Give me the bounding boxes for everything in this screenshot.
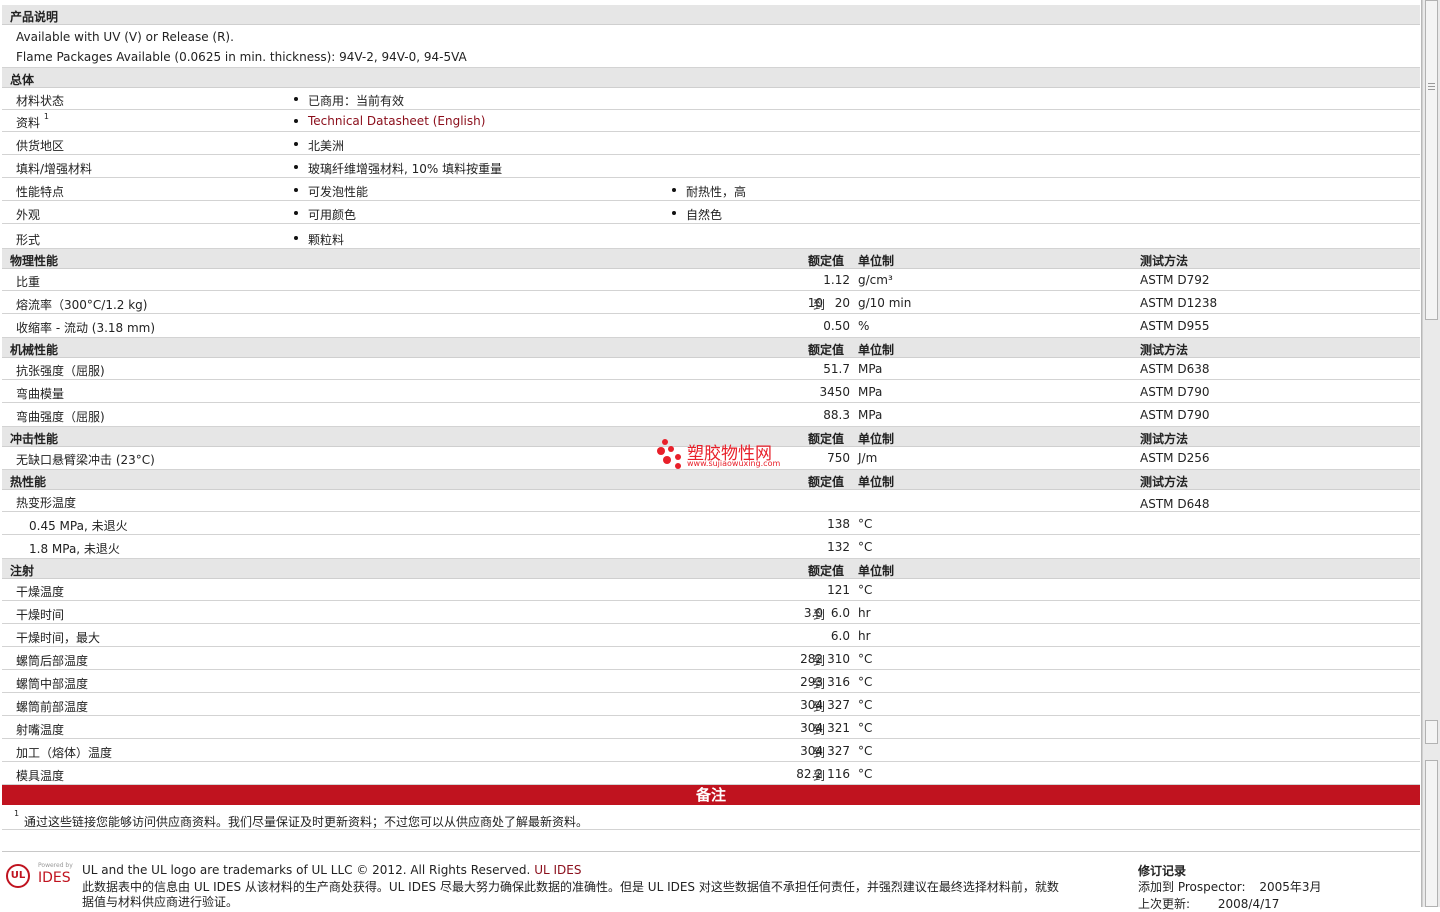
table-row: 射嘴温度 304 到 321 °C [2,717,1420,739]
table-row: 抗张强度（屈服) 51.7 MPa ASTM D638 [2,358,1420,380]
general-row-appearance: 外观 可用颜色 自然色 [2,202,1420,224]
table-row: 干燥时间 3.0 到 6.0 hr [2,602,1420,624]
table-row: 弯曲模量 3450 MPa ASTM D790 [2,381,1420,403]
table-row: 比重 1.12 g/cm³ ASTM D792 [2,269,1420,291]
section-header-mechanical: 机械性能 额定值 单位制 测试方法 [2,338,1420,358]
table-row: 热变形温度 ASTM D648 [2,490,1420,512]
notes-row: 1 通过这些链接您能够访问供应商资料。我们尽量保证及时更新资料；不过您可以从供应… [2,805,1420,830]
section-header-injection: 注射 额定值 单位制 [2,559,1420,579]
table-row: 收缩率 - 流动 (3.18 mm) 0.50 % ASTM D955 [2,315,1420,338]
scrollbar-segment[interactable] [1425,760,1438,907]
footer: Powered by UL IDES UL and the UL logo ar… [2,851,1420,911]
table-row: 螺筒前部温度 304 到 327 °C [2,694,1420,716]
table-row: 熔流率（300°C/1.2 kg) 10 到 20 g/10 min ASTM … [2,292,1420,314]
section-header-description: 产品说明 [2,5,1420,25]
general-row-form: 形式 颗粒料 [2,225,1420,249]
table-row: 1.8 MPa, 未退火 132 °C [2,536,1420,559]
bullet-icon [294,211,298,215]
watermark-dots-icon [657,439,681,469]
description-line: Available with UV (V) or Release (R). [2,27,1420,47]
notes-header: 备注 [2,785,1420,805]
table-row: 螺筒中部温度 293 到 316 °C [2,671,1420,693]
general-row-features: 性能特点 可发泡性能 耐热性，高 [2,179,1420,201]
watermark-logo: 塑胶物性网 www.sujiaowuxing.com [656,437,796,471]
datasheet: 产品说明 Available with UV (V) or Release (R… [0,0,1422,911]
bullet-icon [294,188,298,192]
bullet-icon [672,211,676,215]
section-header-general: 总体 [2,68,1420,88]
table-row: 弯曲强度（屈服) 88.3 MPa ASTM D790 [2,404,1420,427]
spacer-row [2,829,1420,852]
ul-logo-icon: UL [6,864,30,888]
general-row-availability: 供货地区 北美洲 [2,133,1420,155]
general-row-literature: 资料 1 Technical Datasheet (English) [2,110,1420,132]
ul-ides-link[interactable]: UL IDES [534,863,581,877]
revision-history-title: 修订记录 [1138,864,1187,878]
table-row: 干燥时间，最大 6.0 hr [2,625,1420,647]
section-header-physical: 物理性能 额定值 单位制 测试方法 [2,249,1420,269]
general-row-status: 材料状态 已商用：当前有效 [2,88,1420,110]
bullet-icon [294,119,298,123]
vertical-scrollbar[interactable] [1422,0,1440,907]
section-title: 产品说明 [10,10,59,24]
scrollbar-thumb[interactable] [1425,0,1438,320]
table-row: 模具温度 82.2 到 116 °C [2,763,1420,785]
general-row-filler: 填料/增强材料 玻璃纤维增强材料, 10% 填料按重量 [2,156,1420,178]
bullet-icon [294,236,298,240]
bullet-icon [672,188,676,192]
ul-ides-logo: Powered by UL IDES [6,862,76,892]
technical-datasheet-link[interactable]: Technical Datasheet (English) [308,114,485,128]
bullet-icon [294,142,298,146]
table-row: 螺筒后部温度 282 到 310 °C [2,648,1420,670]
section-header-thermal: 热性能 额定值 单位制 测试方法 [2,470,1420,490]
bullet-icon [294,97,298,101]
table-row: 加工（熔体）温度 304 到 327 °C [2,740,1420,762]
scrollbar-segment[interactable] [1425,720,1438,744]
table-row: 干燥温度 121 °C [2,579,1420,601]
table-row: 0.45 MPa, 未退火 138 °C [2,513,1420,535]
bullet-icon [294,165,298,169]
description-line: Flame Packages Available (0.0625 in min.… [2,47,1420,68]
